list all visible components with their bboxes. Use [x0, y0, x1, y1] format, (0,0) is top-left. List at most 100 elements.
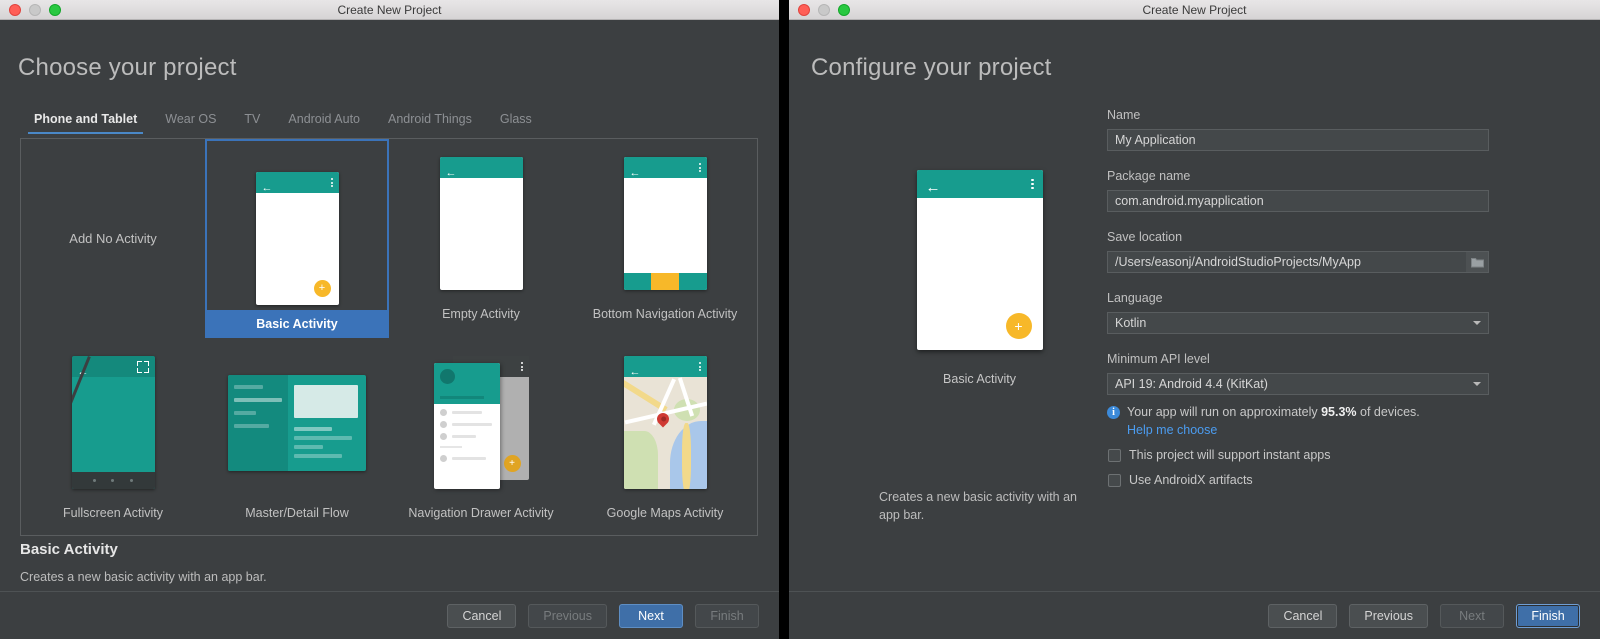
thumbnail-master-detail — [228, 355, 366, 491]
template-label: Add No Activity — [69, 231, 157, 246]
thumbnail-navigation-drawer: + — [433, 355, 529, 491]
bottom-nav-item-active — [651, 273, 679, 290]
tab-android-auto[interactable]: Android Auto — [274, 112, 374, 134]
master-list-pane — [228, 374, 288, 471]
back-arrow-icon — [262, 178, 272, 188]
previous-button[interactable]: Previous — [528, 603, 607, 628]
template-bottom-navigation-activity[interactable]: Bottom Navigation Activity — [573, 139, 757, 338]
device-coverage-text: Your app will run on approximately 95.3%… — [1127, 405, 1420, 419]
template-google-maps-activity[interactable]: Google Maps Activity — [573, 338, 757, 535]
tab-glass[interactable]: Glass — [486, 112, 546, 134]
preview-description: Creates a new basic activity with an app… — [879, 490, 1078, 522]
template-label: Empty Activity — [442, 306, 520, 321]
save-location-input[interactable] — [1107, 251, 1489, 273]
package-name-label: Package name — [1107, 169, 1191, 183]
field-name: Name — [1107, 108, 1507, 151]
language-value: Kotlin — [1115, 316, 1147, 330]
androidx-checkbox-row[interactable]: Use AndroidX artifacts — [1108, 473, 1507, 487]
phone-mock — [623, 356, 707, 489]
right-content: Configure your project + Basic Activity … — [789, 20, 1600, 639]
configure-form: Name Package name Save location — [1107, 108, 1507, 505]
drawer-header — [433, 363, 500, 404]
template-label: Basic Activity — [205, 310, 389, 338]
fullscreen-icon — [136, 360, 149, 373]
back-arrow-icon — [630, 163, 640, 173]
choose-project-window: Create New Project Choose your project P… — [0, 0, 779, 639]
detail-pane — [288, 375, 366, 471]
template-empty-activity[interactable]: Empty Activity — [389, 139, 573, 338]
instant-apps-checkbox-row[interactable]: This project will support instant apps — [1108, 448, 1507, 462]
cancel-button[interactable]: Cancel — [1268, 603, 1338, 628]
selection-title: Basic Activity — [20, 541, 118, 558]
overflow-menu-icon — [520, 362, 523, 371]
tab-phone-and-tablet[interactable]: Phone and Tablet — [20, 112, 151, 134]
template-master-detail-flow[interactable]: Master/Detail Flow — [205, 338, 389, 535]
thumbnail-bottom-navigation — [623, 156, 707, 292]
template-grid-panel: Add No Activity + — [20, 138, 758, 536]
minimum-api-level-select[interactable]: API 19: Android 4.4 (KitKat) — [1107, 373, 1489, 395]
preview-column: + Basic Activity — [867, 170, 1092, 386]
app-bar — [623, 356, 707, 377]
overflow-menu-icon — [698, 362, 701, 371]
template-navigation-drawer-activity[interactable]: + Navigation Drawer Activity — [389, 338, 573, 535]
right-titlebar[interactable]: Create New Project — [789, 0, 1600, 20]
phone-mock — [623, 157, 707, 290]
bottom-navigation-bar — [623, 273, 707, 290]
chevron-down-icon — [1473, 321, 1481, 325]
left-content: Choose your project Phone and Tablet Wea… — [0, 20, 779, 639]
folder-browse-icon[interactable] — [1466, 252, 1488, 272]
next-button[interactable]: Next — [1440, 603, 1504, 628]
save-location-label: Save location — [1107, 230, 1183, 244]
back-arrow-icon — [630, 362, 640, 372]
left-titlebar[interactable]: Create New Project — [0, 0, 779, 20]
tab-tv[interactable]: TV — [230, 112, 274, 134]
instant-apps-checkbox[interactable] — [1108, 448, 1121, 462]
drawer-item — [434, 416, 500, 428]
avatar — [439, 369, 455, 384]
template-fullscreen-activity[interactable]: Fullscreen Activity — [21, 338, 205, 535]
package-name-input[interactable] — [1107, 190, 1489, 212]
template-basic-activity[interactable]: + Basic Activity — [205, 139, 389, 338]
cancel-button[interactable]: Cancel — [447, 603, 517, 628]
drawer-item — [434, 450, 500, 462]
thumbnail-google-maps — [623, 355, 707, 491]
template-add-no-activity[interactable]: Add No Activity — [21, 139, 205, 338]
language-select[interactable]: Kotlin — [1107, 312, 1489, 334]
drawer-item — [434, 428, 500, 440]
preview-caption: Basic Activity — [943, 372, 1016, 386]
tab-android-things[interactable]: Android Things — [374, 112, 486, 134]
left-window-title: Create New Project — [337, 2, 442, 17]
tablet-mock — [228, 374, 366, 471]
tab-wear-os[interactable]: Wear OS — [151, 112, 230, 134]
template-label: Bottom Navigation Activity — [592, 306, 738, 321]
template-label: Master/Detail Flow — [245, 505, 349, 520]
overflow-menu-icon — [1030, 178, 1034, 190]
right-footer: Cancel Previous Next Finish — [789, 591, 1600, 639]
info-icon: i — [1107, 406, 1120, 419]
thumbnail-empty-activity — [439, 156, 523, 292]
field-language: Language Kotlin — [1107, 291, 1507, 334]
bottom-nav-item — [678, 273, 707, 290]
app-bar — [255, 172, 339, 193]
next-button[interactable]: Next — [619, 603, 683, 628]
back-arrow-icon — [926, 179, 936, 189]
name-label: Name — [1107, 108, 1141, 122]
help-me-choose-link[interactable]: Help me choose — [1127, 423, 1507, 437]
configure-project-window: Create New Project Configure your projec… — [789, 0, 1600, 639]
finish-button[interactable]: Finish — [695, 603, 759, 628]
androidx-checkbox[interactable] — [1108, 473, 1121, 487]
thumbnail-fullscreen — [71, 355, 155, 491]
template-label: Navigation Drawer Activity — [408, 505, 554, 520]
finish-button[interactable]: Finish — [1516, 603, 1580, 628]
previous-button[interactable]: Previous — [1349, 603, 1428, 628]
name-input[interactable] — [1107, 129, 1489, 151]
screenshot-root: Create New Project Choose your project P… — [0, 0, 1600, 639]
preview-phone-mock: + — [916, 170, 1043, 350]
info-percent: 95.3% — [1321, 405, 1357, 419]
instant-apps-label: This project will support instant apps — [1129, 448, 1331, 462]
info-suffix: of devices. — [1356, 405, 1420, 419]
fab-icon: + — [313, 280, 331, 297]
device-coverage-info: i Your app will run on approximately 95.… — [1107, 405, 1507, 419]
drawer-panel — [433, 363, 500, 489]
overflow-menu-icon — [698, 163, 701, 172]
